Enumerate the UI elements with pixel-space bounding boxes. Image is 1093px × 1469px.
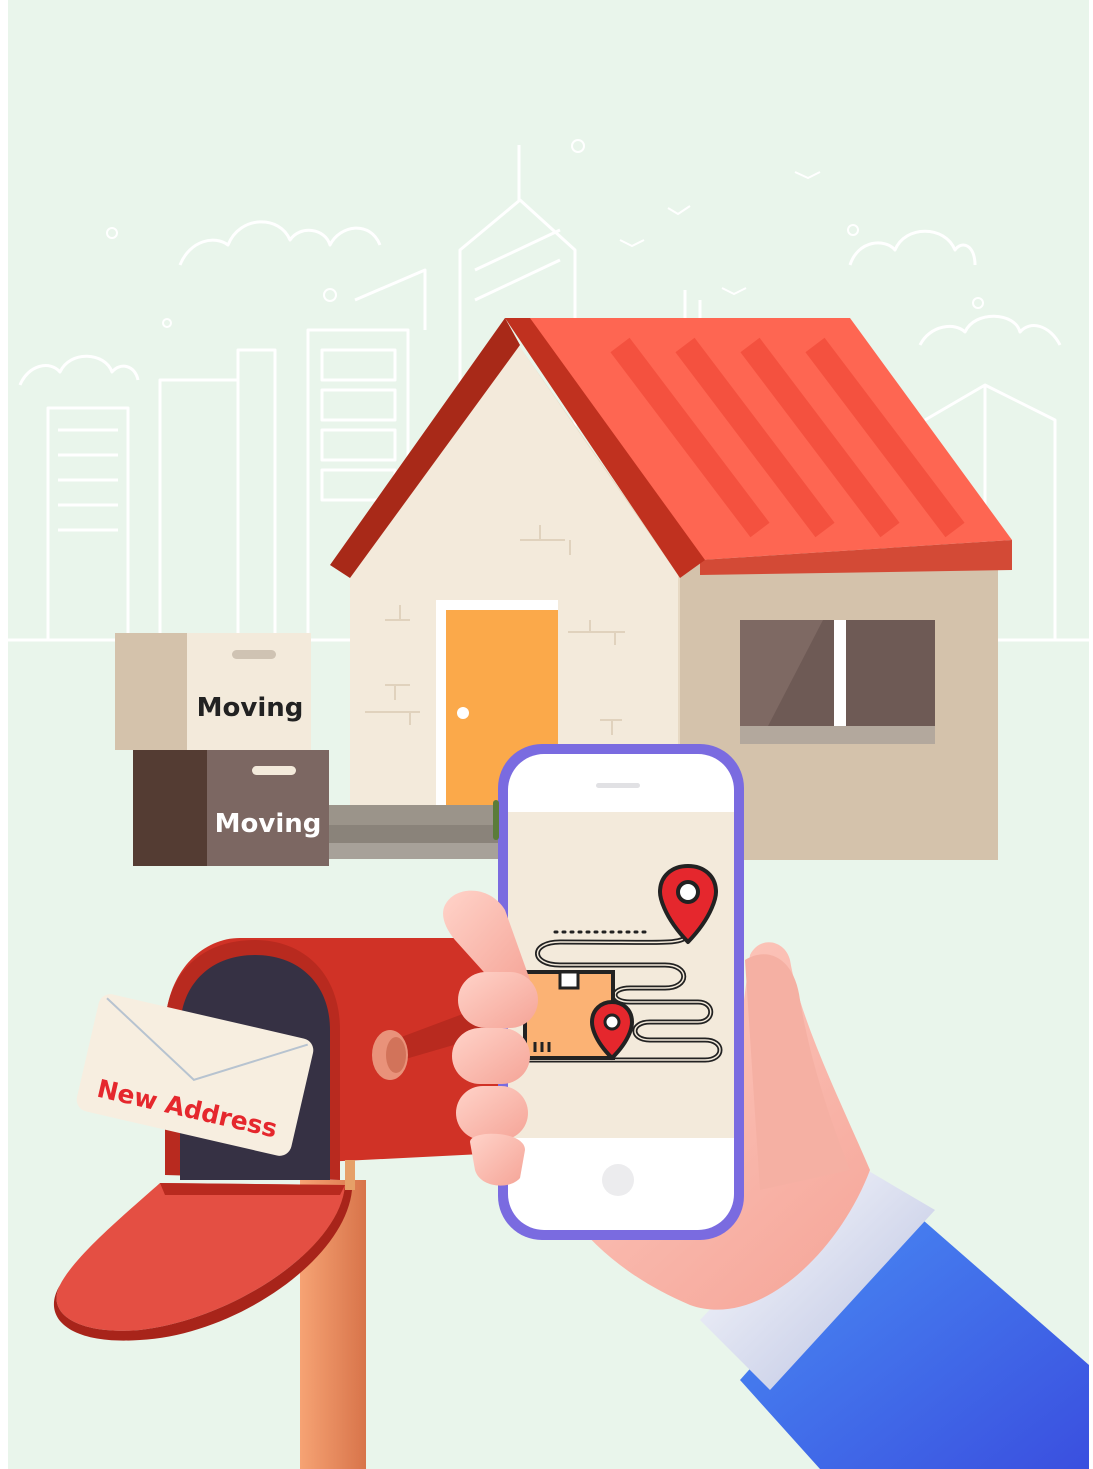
top-box-label: Moving <box>197 693 304 723</box>
ring-finger <box>456 1086 528 1140</box>
moving-box-icon: Moving Moving <box>115 633 329 866</box>
index-finger <box>458 972 538 1028</box>
bottom-box-label: Moving <box>215 809 322 839</box>
moving-illustration: Moving Moving New Address <box>8 0 1089 1469</box>
door-knob <box>457 707 469 719</box>
phone-home-button <box>602 1164 634 1196</box>
front-step <box>320 805 510 825</box>
phone-speaker <box>596 783 640 788</box>
middle-finger <box>452 1028 530 1084</box>
